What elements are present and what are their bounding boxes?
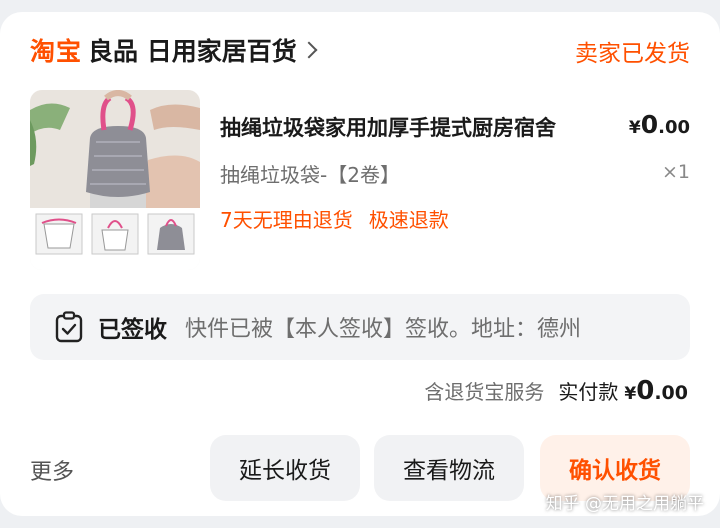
product-title[interactable]: 抽绳垃圾袋家用加厚手提式厨房宿舍 bbox=[220, 112, 620, 142]
order-status: 卖家已发货 bbox=[575, 41, 690, 67]
promo-tag-return: 7天无理由退货 bbox=[220, 208, 353, 232]
payment-summary: 含退货宝服务 实付款 ¥0.00 bbox=[424, 376, 688, 406]
price-currency: ¥ bbox=[628, 118, 641, 138]
product-quantity: ×1 bbox=[661, 161, 690, 183]
more-button[interactable]: 更多 bbox=[30, 454, 74, 486]
logistics-status: 已签收 bbox=[98, 317, 167, 343]
paid-label: 实付款 bbox=[558, 380, 619, 404]
watermark: 知乎 @无用之用躺平 bbox=[545, 494, 704, 514]
view-logistics-button[interactable]: 查看物流 bbox=[374, 435, 524, 501]
shop-header[interactable]: 淘宝 良品 日用家居百货 卖家已发货 bbox=[30, 32, 690, 68]
return-service-label: 含退货宝服务 bbox=[424, 380, 545, 404]
chevron-right-icon[interactable] bbox=[300, 41, 318, 59]
paid-currency: ¥ bbox=[624, 384, 637, 404]
promo-tag-refund: 极速退款 bbox=[368, 208, 449, 232]
price-integer: 0 bbox=[640, 110, 659, 139]
shop-name[interactable]: 良品 日用家居百货 bbox=[88, 32, 297, 68]
promo-tags: 7天无理由退货 极速退款 bbox=[220, 204, 449, 233]
paid-amount: ¥0.00 bbox=[624, 376, 688, 406]
order-card: 淘宝 良品 日用家居百货 卖家已发货 抽绳垃圾袋家用加厚手提式厨房宿舍 ¥0.0… bbox=[0, 12, 720, 516]
paid-integer: 0 bbox=[636, 376, 655, 406]
product-image[interactable] bbox=[30, 90, 200, 270]
logistics-detail: 快件已被【本人签收】签收。地址：德州 bbox=[185, 317, 582, 342]
extend-receipt-button[interactable]: 延长收货 bbox=[210, 435, 360, 501]
price-decimal: .00 bbox=[658, 117, 690, 138]
paid-decimal: .00 bbox=[654, 382, 688, 404]
garbage-bag-image bbox=[30, 90, 200, 270]
taobao-logo: 淘宝 bbox=[30, 37, 83, 66]
clipboard-check-icon bbox=[55, 311, 83, 343]
logistics-bar[interactable]: 已签收 快件已被【本人签收】签收。地址：德州 bbox=[30, 294, 690, 360]
product-sku: 抽绳垃圾袋-【2卷】 bbox=[220, 163, 400, 187]
product-price: ¥0.00 bbox=[629, 110, 690, 139]
